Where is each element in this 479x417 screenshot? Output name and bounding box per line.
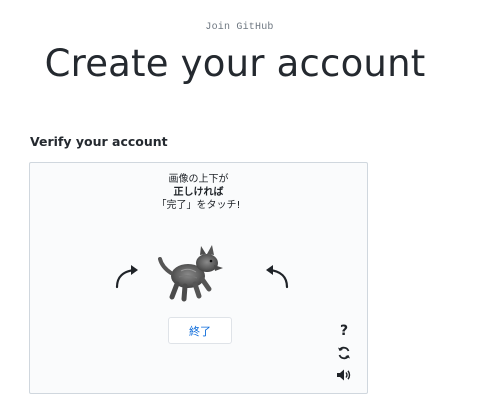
refresh-icon[interactable] — [335, 345, 353, 361]
instruction-line-2: 正しければ — [173, 187, 224, 198]
captcha-instructions: 画像の上下が 正しければ 「完了」をタッチ! — [30, 173, 367, 212]
rotate-right-button[interactable] — [259, 261, 293, 291]
done-button[interactable]: 終了 — [168, 317, 232, 344]
page-title: Create your account — [44, 42, 426, 85]
audio-speaker-icon[interactable] — [335, 367, 353, 383]
join-github-kicker: Join GitHub — [205, 22, 274, 33]
verify-account-label: Verify your account — [30, 134, 168, 149]
rotate-left-button[interactable] — [111, 261, 145, 291]
instruction-line-1: 画像の上下が — [168, 174, 229, 185]
dog-image — [157, 243, 227, 303]
captcha-frame: 画像の上下が 正しければ 「完了」をタッチ! 終了 ? — [29, 162, 368, 394]
dog-icon — [158, 245, 223, 302]
rotate-left-arrow-icon — [115, 265, 138, 289]
instruction-line-3: 「完了」をタッチ! — [156, 200, 241, 211]
rotate-right-arrow-icon — [266, 265, 289, 289]
help-icon[interactable]: ? — [335, 323, 353, 339]
